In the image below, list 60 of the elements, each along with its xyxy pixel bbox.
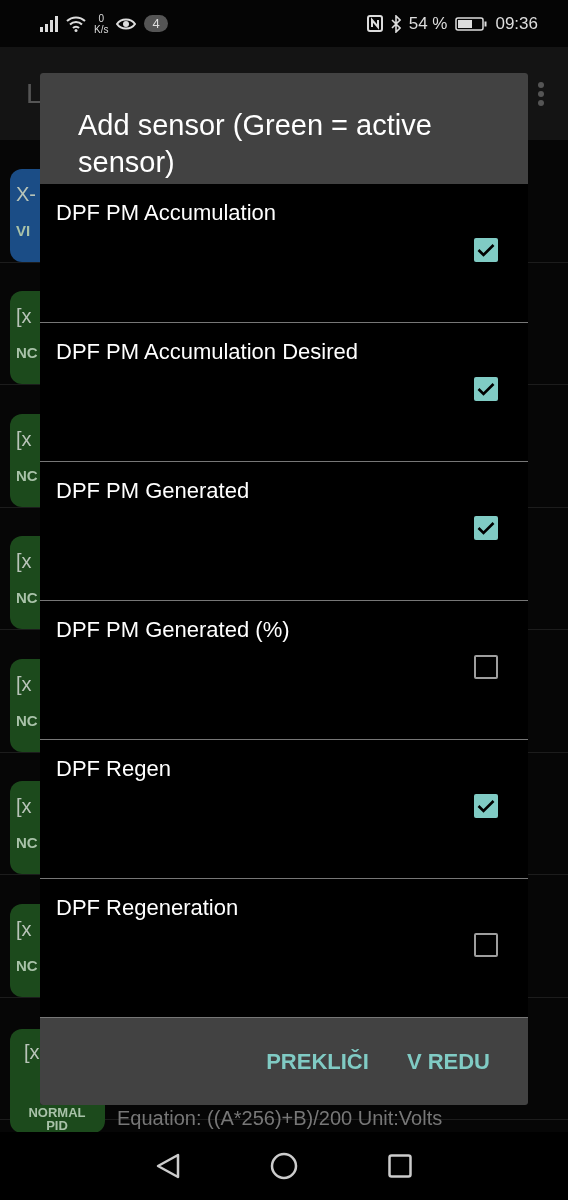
speed-unit: K/s [94, 23, 109, 35]
sensor-type: NC [16, 834, 38, 852]
sensor-option[interactable]: DPF PM Accumulation [40, 184, 528, 323]
sensor-card[interactable]: X- VI [10, 168, 40, 262]
dialog-title: Add sensor (Green = active sensor) [40, 73, 528, 184]
nfc-icon [366, 15, 383, 32]
sensor-card[interactable]: [x NC [10, 413, 40, 507]
clock-time: 09:36 [495, 13, 538, 34]
checkbox[interactable] [474, 655, 498, 679]
sensor-code: [x [16, 427, 32, 451]
wifi-icon [66, 15, 86, 32]
checkbox[interactable] [474, 794, 498, 818]
sensor-type: NORMAL PID [27, 1106, 87, 1132]
sensor-type: NC [16, 589, 38, 607]
sensor-card[interactable]: [x NC [10, 903, 40, 997]
sensor-equation: Equation: ((A*256)+B)/200 Unit:Volts [117, 1107, 443, 1130]
sensor-code: [x [16, 917, 32, 941]
notification-count: 4 [144, 15, 168, 32]
sensor-code: [x [16, 305, 32, 328]
sensor-name: DPF PM Accumulation Desired [56, 339, 359, 365]
app-title: L [26, 77, 42, 110]
sensor-code: [x [16, 550, 32, 573]
sensor-card[interactable]: [x NC [10, 658, 40, 752]
sensor-card[interactable]: [x NC [10, 536, 40, 629]
sensor-type: VI [16, 221, 31, 240]
sensor-name: DPF Regen [56, 756, 172, 782]
checkbox[interactable] [474, 238, 498, 262]
home-icon[interactable] [270, 1152, 298, 1180]
battery-icon [455, 16, 488, 31]
sensor-code: [x [16, 672, 32, 696]
checkbox[interactable] [474, 516, 498, 540]
more-options-icon[interactable] [538, 81, 544, 106]
sensor-name: DPF Regeneration [56, 895, 240, 921]
sensor-option[interactable]: DPF PM Generated (%) [40, 601, 528, 740]
sensor-option[interactable]: DPF Regen [40, 740, 528, 879]
sensor-code: [x [24, 1041, 40, 1064]
sensor-type: NC [16, 711, 38, 730]
sensor-code: [x [16, 795, 32, 818]
sensor-type: NC [16, 956, 38, 975]
battery-percent: 54 % [408, 13, 448, 34]
sensor-code: X- [16, 182, 36, 206]
sensor-card[interactable]: [x NC [10, 781, 40, 874]
dialog-button[interactable]: V REDU [406, 1040, 490, 1083]
sensor-name: DPF PM Generated [56, 478, 251, 504]
checkbox[interactable] [474, 377, 498, 401]
checkbox[interactable] [474, 933, 498, 957]
signal-icon [40, 15, 58, 32]
sensor-option[interactable]: DPF PM Generated [40, 462, 528, 601]
sensor-type: NC [16, 466, 38, 485]
speed-value: 0 [98, 12, 104, 24]
sensor-name: DPF PM Generated (%) [56, 617, 291, 643]
recents-icon[interactable] [388, 1154, 412, 1178]
back-icon[interactable] [156, 1153, 180, 1179]
sensor-name: DPF PM Accumulation [56, 200, 278, 226]
bluetooth-icon [390, 14, 401, 33]
sensor-type: NC [16, 344, 38, 362]
eye-icon [116, 16, 137, 31]
sensor-card[interactable]: [x NC [10, 291, 40, 384]
dialog-button[interactable]: PREKLIČI [266, 1040, 369, 1083]
sensor-option[interactable]: DPF PM Accumulation Desired [40, 323, 528, 462]
